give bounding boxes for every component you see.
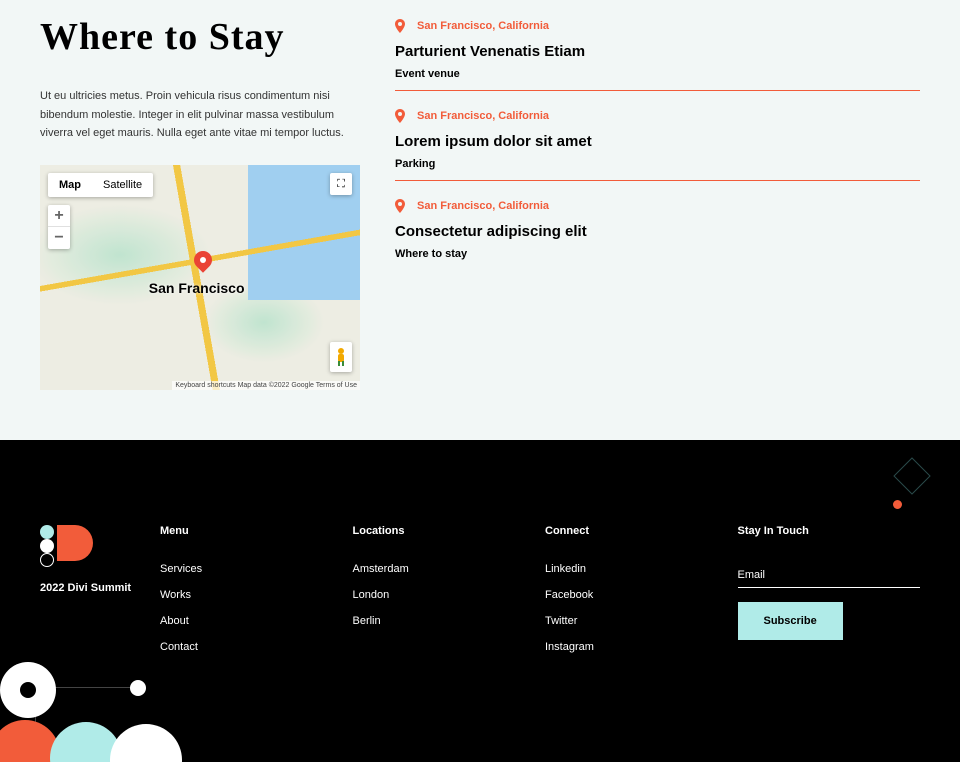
pegman-icon[interactable] [330,342,352,372]
footer-connect-head: Connect [545,525,728,537]
map-center-label: San Francisco [149,280,245,296]
subscribe-button[interactable]: Subscribe [738,602,843,640]
location-city: San Francisco, California [417,200,549,212]
logo [40,525,95,570]
footer-locations-head: Locations [353,525,536,537]
footer-link-facebook[interactable]: Facebook [545,589,728,601]
location-city: San Francisco, California [417,20,549,32]
location-subtitle: Parking [395,158,920,170]
location-city: San Francisco, California [417,110,549,122]
zoom-in-button[interactable]: + [48,205,70,227]
location-title: Parturient Venenatis Etiam [395,43,920,60]
footer: 2022 Divi Summit Menu Services Works Abo… [0,440,960,762]
pin-icon [395,109,405,123]
footer-link-twitter[interactable]: Twitter [545,615,728,627]
footer-link-amsterdam[interactable]: Amsterdam [353,563,536,575]
location-title: Lorem ipsum dolor sit amet [395,133,920,150]
zoom-out-button[interactable]: − [48,227,70,249]
map-tab-satellite[interactable]: Satellite [92,173,153,197]
map-type-tabs: Map Satellite [48,173,153,197]
map-attribution: Keyboard shortcuts Map data ©2022 Google… [172,381,360,390]
brand-text: 2022 Divi Summit [40,582,150,594]
footer-link-berlin[interactable]: Berlin [353,615,536,627]
footer-link-works[interactable]: Works [160,589,343,601]
map-zoom-controls: + − [48,205,70,249]
location-subtitle: Where to stay [395,248,920,260]
page-title: Where to Stay [40,15,360,59]
footer-link-london[interactable]: London [353,589,536,601]
footer-link-services[interactable]: Services [160,563,343,575]
footer-menu-head: Menu [160,525,343,537]
diamond-icon [892,456,932,496]
map-pin-icon [194,251,212,277]
footer-touch-head: Stay In Touch [738,525,921,537]
location-title: Consectetur adipiscing elit [395,223,920,240]
location-item: San Francisco, California Consectetur ad… [395,195,920,270]
fullscreen-icon[interactable]: ⛶ [330,173,352,195]
footer-link-linkedin[interactable]: Linkedin [545,563,728,575]
page-description: Ut eu ultricies metus. Proin vehicula ri… [40,87,350,143]
location-item: San Francisco, California Parturient Ven… [395,15,920,91]
location-item: San Francisco, California Lorem ipsum do… [395,105,920,181]
map-tab-map[interactable]: Map [48,173,92,197]
map[interactable]: San Francisco Map Satellite ⛶ + − Keyboa… [40,165,360,390]
map-roads [40,165,360,390]
footer-decoration [0,652,210,762]
footer-link-about[interactable]: About [160,615,343,627]
locations-list: San Francisco, California Parturient Ven… [395,15,920,390]
footer-link-instagram[interactable]: Instagram [545,641,728,653]
email-field[interactable] [738,563,921,588]
pin-icon [395,19,405,33]
location-subtitle: Event venue [395,68,920,80]
dot-icon [893,500,902,509]
pin-icon [395,199,405,213]
